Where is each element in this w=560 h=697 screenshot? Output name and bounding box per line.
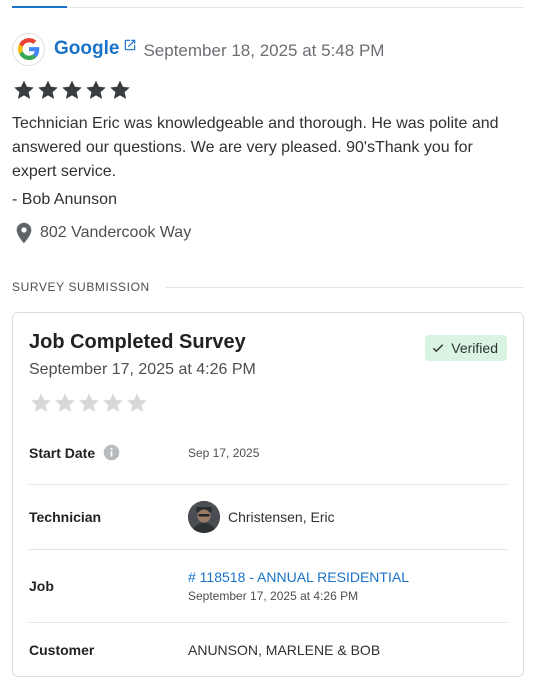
start-date-row: Start Date Sep 17, 2025 [29,421,507,485]
location-address: 802 Vandercook Way [40,224,192,241]
section-header: SURVEY SUBMISSION [12,278,524,296]
star-empty-icon [103,393,123,412]
star-icon [110,80,130,99]
reviewer-name: - Bob Anunson [12,191,117,208]
star-icon [14,80,34,99]
review-location: 802 Vandercook Way [12,221,524,245]
job-row: Job # 118518 - ANNUAL RESIDENTIAL Septem… [29,550,507,623]
customer-row: Customer ANUNSON, MARLENE & BOB [29,623,507,677]
info-icon[interactable] [103,444,120,461]
survey-details: Start Date Sep 17, 2025 Technician Chris… [29,421,507,677]
technician-value: Christensen, Eric [188,501,335,533]
map-pin-icon [16,222,32,244]
customer-value: ANUNSON, MARLENE & BOB [188,642,381,658]
google-logo-icon [12,32,45,66]
star-empty-icon [127,393,147,412]
review-date: September 18, 2025 at 5:48 PM [143,41,385,60]
review-source-link[interactable]: Google [54,38,119,60]
star-empty-icon [31,393,51,412]
job-date: September 17, 2025 at 4:26 PM [188,589,359,603]
job-link[interactable]: # 118518 - ANNUAL RESIDENTIAL [188,569,409,585]
technician-row: Technician Christensen, Eric [29,485,507,550]
section-divider [165,286,524,288]
survey-title: Job Completed Survey [29,331,246,353]
star-empty-icon [79,393,99,412]
start-date-value: Sep 17, 2025 [188,445,260,460]
review-card: Google September 18, 2025 at 5:48 PM Tec… [12,32,524,245]
review-star-rating [12,78,524,104]
review-text: Technician Eric was knowledgeable and th… [12,115,499,180]
star-empty-icon [55,393,75,412]
active-tab-indicator [12,6,67,8]
technician-label: Technician [29,509,102,525]
survey-star-rating [29,391,149,415]
verified-label: Verified [451,340,498,356]
technician-avatar [188,501,220,533]
top-divider [12,7,524,8]
start-date-label-text: Start Date [29,444,96,461]
start-date-label: Start Date [29,444,188,461]
technician-name: Christensen, Eric [228,509,335,525]
review-source-row: Google September 18, 2025 at 5:48 PM [12,32,524,66]
star-icon [62,80,82,99]
section-label: SURVEY SUBMISSION [12,280,150,294]
external-link-icon[interactable] [123,38,137,52]
survey-card: Job Completed Survey September 17, 2025 … [12,312,524,677]
survey-date: September 17, 2025 at 4:26 PM [29,361,256,378]
star-icon [38,80,58,99]
checkmark-icon [433,344,444,353]
customer-label: Customer [29,642,95,658]
job-label: Job [29,578,54,594]
star-icon [86,80,106,99]
job-value: # 118518 - ANNUAL RESIDENTIAL September … [188,569,409,603]
verified-badge: Verified [425,335,507,361]
